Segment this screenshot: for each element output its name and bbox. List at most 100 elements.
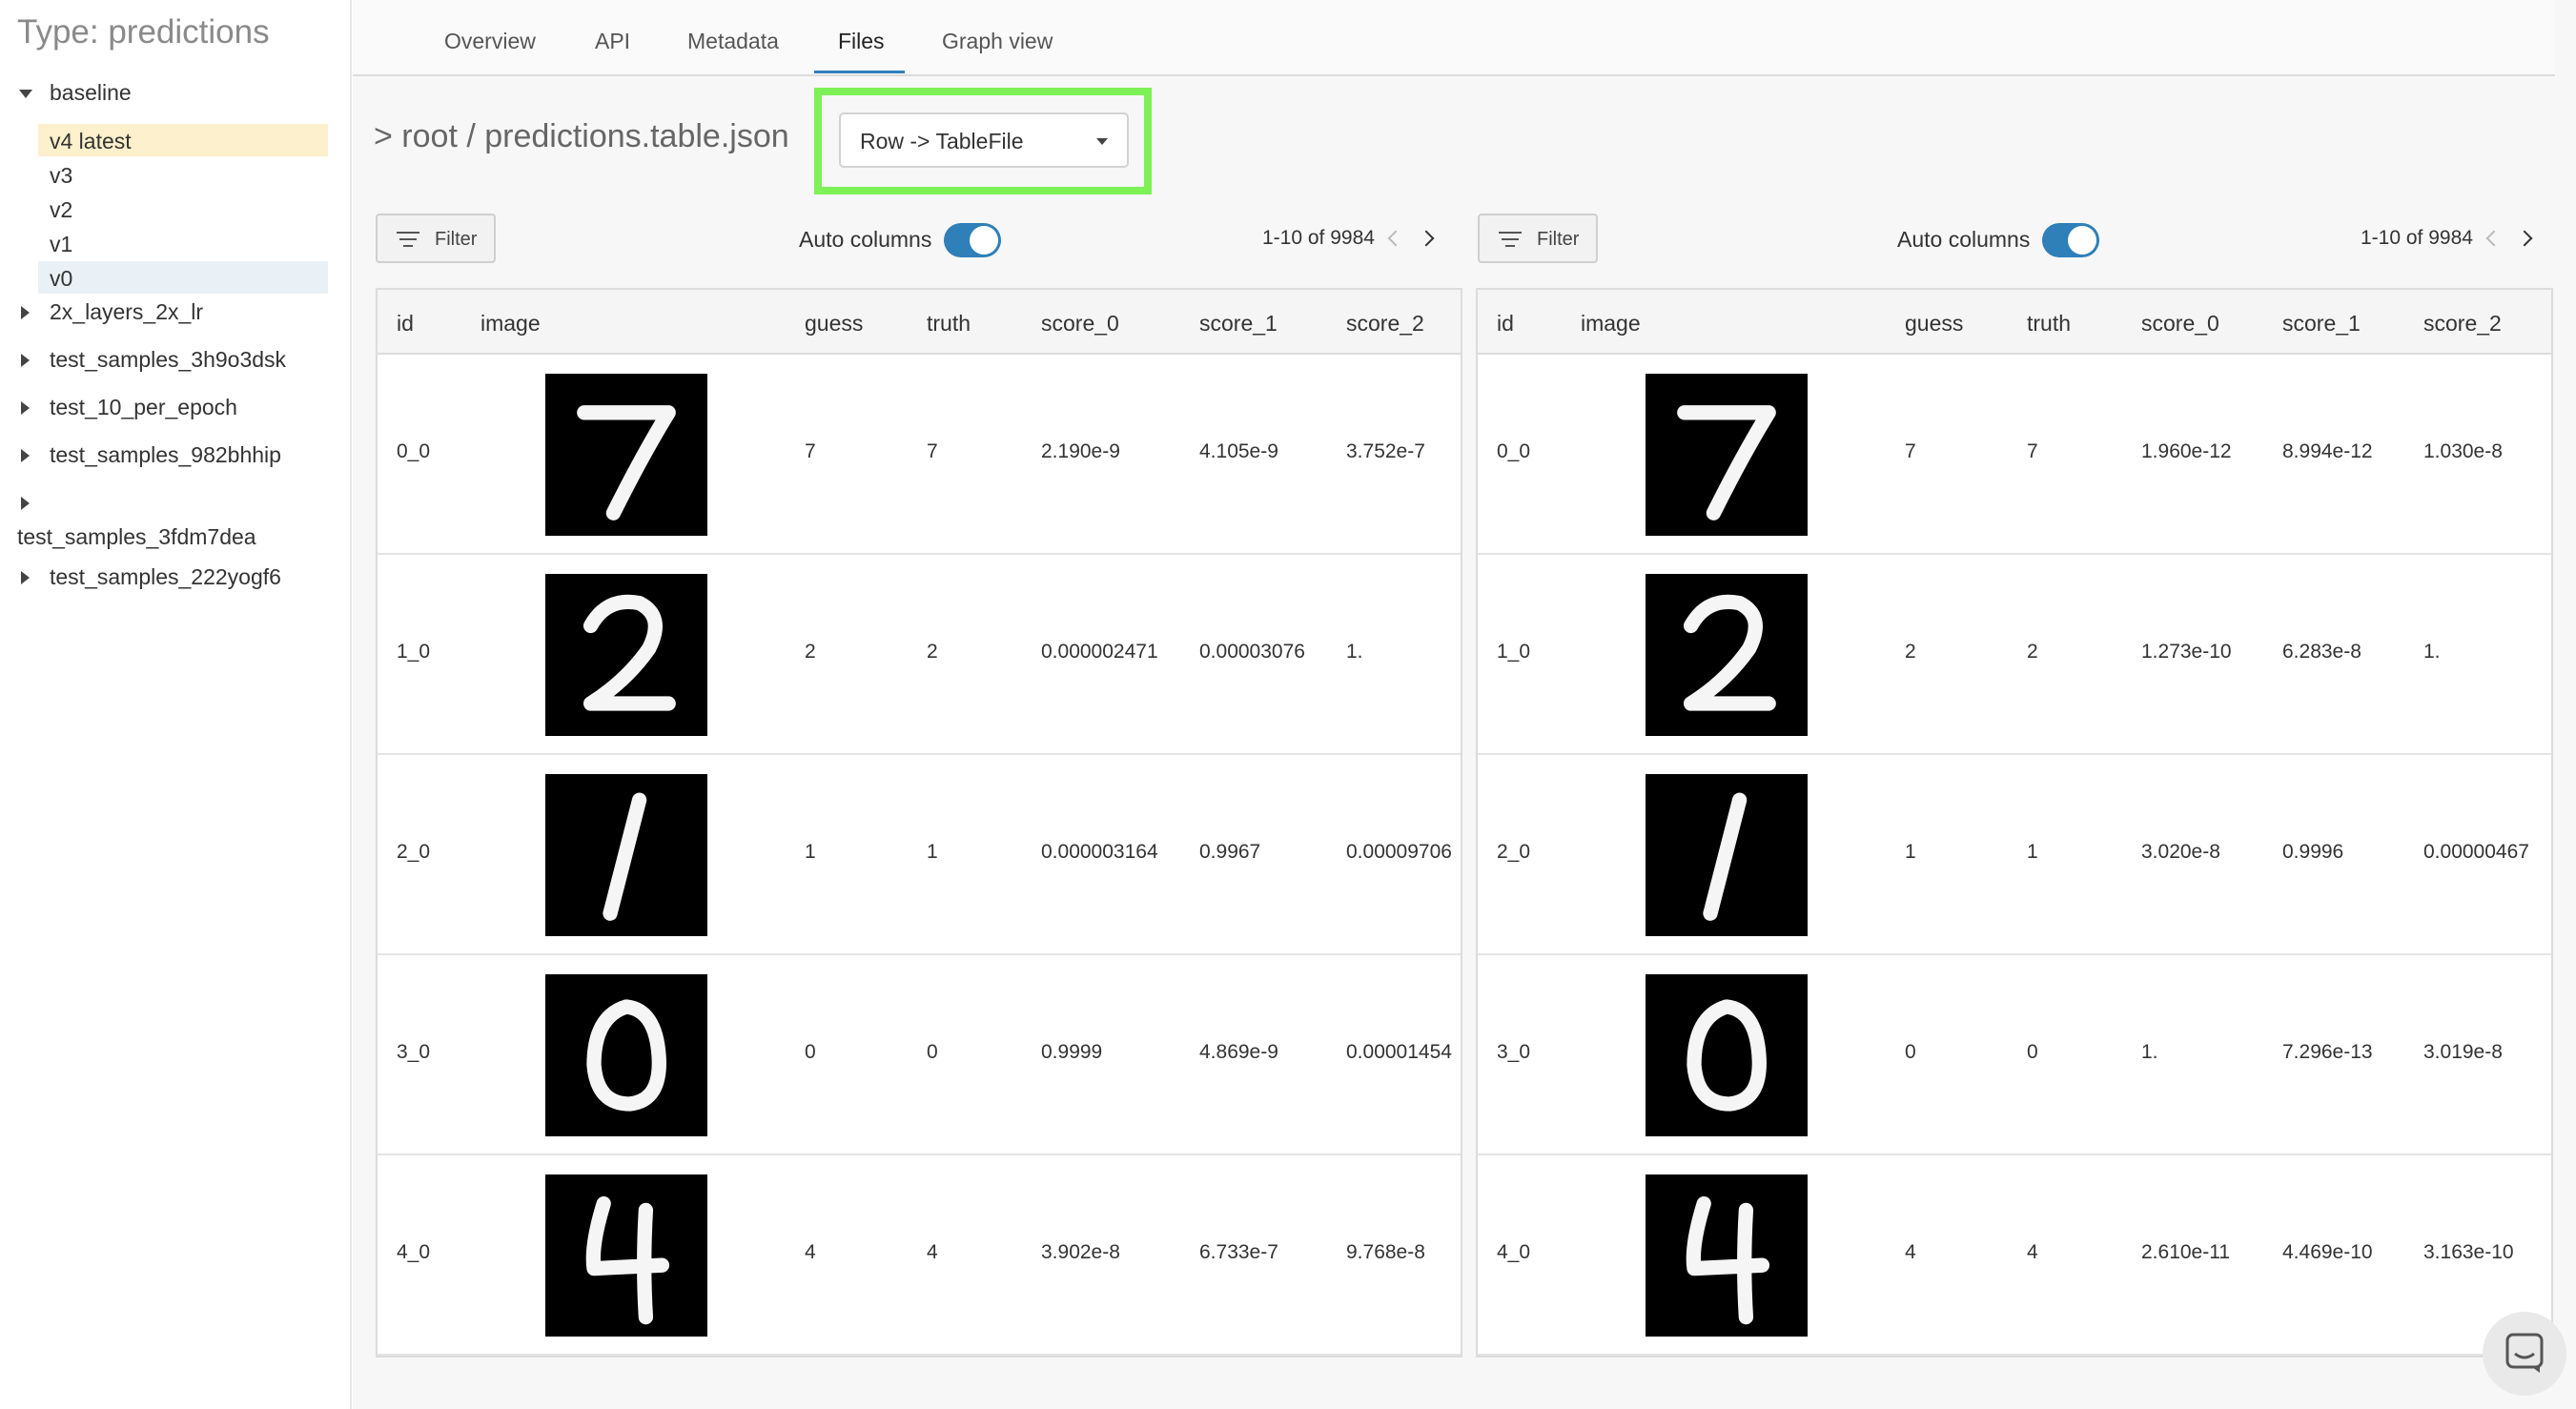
sidebar-group-baseline[interactable]: baseline <box>0 76 343 111</box>
cell-score-1: 4.869e-9 <box>1199 1041 1278 1063</box>
cell-truth: 0 <box>927 1041 938 1063</box>
sidebar-version-v1[interactable]: v1 <box>38 227 328 259</box>
sidebar-version-label: v4 latest <box>50 129 132 153</box>
column-header-score-1[interactable]: score_1 <box>1199 311 1278 337</box>
column-header-image[interactable]: image <box>480 311 541 337</box>
active-tab-indicator <box>814 71 905 73</box>
auto-columns-toggle[interactable] <box>944 223 1001 257</box>
column-header-score-0[interactable]: score_0 <box>2141 311 2219 337</box>
right-panel-controls: Filter Auto columns 1-10 of 9984 <box>1478 214 2545 265</box>
table-row[interactable]: 1_0 2 2 0.000002471 0.00003076 1. <box>378 555 1461 755</box>
cell-score-1: 6.283e-8 <box>2282 641 2361 663</box>
sidebar-version-v2[interactable]: v2 <box>38 193 328 225</box>
cell-id: 0_0 <box>1497 440 1531 462</box>
tab-api[interactable]: API <box>595 29 630 54</box>
sidebar-version-v3[interactable]: v3 <box>38 158 328 191</box>
chat-support-button[interactable] <box>2483 1312 2566 1396</box>
next-page-icon[interactable] <box>1418 230 1435 247</box>
sidebar-group-2x-layers[interactable]: 2x_layers_2x_lr <box>0 296 343 330</box>
cell-guess: 7 <box>1905 440 1916 462</box>
cell-guess: 0 <box>805 1041 816 1063</box>
tab-metadata[interactable]: Metadata <box>687 29 779 54</box>
sidebar-version-v0[interactable]: v0 <box>38 261 328 294</box>
sidebar-group-label: test_samples_222yogf6 <box>50 564 281 589</box>
table-row[interactable]: 1_0 2 2 1.273e-10 6.283e-8 1. <box>1478 555 2551 755</box>
cell-guess: 1 <box>1905 841 1916 863</box>
table-row[interactable]: 0_0 7 7 1.960e-12 8.994e-12 1.030e-8 <box>1478 355 2551 555</box>
caret-right-icon <box>21 571 30 584</box>
cell-score-1: 0.9996 <box>2282 841 2344 863</box>
sidebar-group-222yogf6[interactable]: test_samples_222yogf6 <box>0 561 343 595</box>
pager-text: 1-10 of 9984 <box>2361 227 2473 249</box>
sidebar-group-test-10[interactable]: test_10_per_epoch <box>0 391 343 425</box>
cell-score-2: 0.00000467 <box>2423 841 2529 863</box>
column-header-guess[interactable]: guess <box>805 311 863 337</box>
column-header-truth[interactable]: truth <box>2027 311 2071 337</box>
auto-columns-label: Auto columns <box>799 227 932 252</box>
table-row[interactable]: 2_0 1 1 3.020e-8 0.9996 0.00000467 <box>1478 755 2551 955</box>
table-row[interactable]: 3_0 0 0 1. 7.296e-13 3.019e-8 <box>1478 955 2551 1155</box>
table-row[interactable]: 3_0 0 0 0.9999 4.869e-9 0.00001454 <box>378 955 1461 1155</box>
cell-score-1: 8.994e-12 <box>2282 440 2373 462</box>
sidebar-version-label: v1 <box>50 232 73 256</box>
next-page-icon[interactable] <box>2516 230 2533 247</box>
sidebar-group-3fdm7dea[interactable]: test_samples_3fdm7dea <box>0 486 343 553</box>
table-row[interactable]: 4_0 4 4 2.610e-11 4.469e-10 3.163e-10 <box>1478 1155 2551 1356</box>
filter-button[interactable]: Filter <box>1478 214 1598 263</box>
cell-score-0: 3.020e-8 <box>2141 841 2220 863</box>
column-header-score-2[interactable]: score_2 <box>2423 311 2502 337</box>
auto-columns-toggle[interactable] <box>2042 223 2099 257</box>
cell-truth: 7 <box>927 440 938 462</box>
tab-overview[interactable]: Overview <box>444 29 536 54</box>
digit-image[interactable] <box>545 574 707 736</box>
digit-image[interactable] <box>545 974 707 1136</box>
cell-id: 3_0 <box>397 1041 431 1063</box>
column-header-id[interactable]: id <box>1497 311 1514 337</box>
caret-right-icon <box>21 449 30 462</box>
digit-image[interactable] <box>545 374 707 536</box>
tab-files[interactable]: Files <box>838 29 885 54</box>
filter-label: Filter <box>435 229 478 250</box>
sidebar-version-v4[interactable]: v4 latest <box>38 124 328 156</box>
row-type-select[interactable]: Row -> TableFile <box>839 112 1129 168</box>
column-header-score-1[interactable]: score_1 <box>2282 311 2361 337</box>
prev-page-icon[interactable] <box>1387 230 1404 247</box>
cell-id: 3_0 <box>1497 1041 1531 1063</box>
cell-truth: 0 <box>2027 1041 2038 1063</box>
digit-image[interactable] <box>545 1174 707 1337</box>
digit-image[interactable] <box>1646 974 1808 1136</box>
cell-guess: 7 <box>805 440 816 462</box>
column-header-score-0[interactable]: score_0 <box>1041 311 1119 337</box>
cell-score-1: 4.469e-10 <box>2282 1241 2373 1263</box>
filter-button[interactable]: Filter <box>376 214 496 263</box>
column-header-id[interactable]: id <box>397 311 414 337</box>
cell-truth: 1 <box>2027 841 2038 863</box>
cell-score-0: 2.610e-11 <box>2141 1241 2231 1263</box>
sidebar-group-982bhhip[interactable]: test_samples_982bhhip <box>0 439 343 473</box>
cell-truth: 4 <box>927 1241 938 1263</box>
tab-graph-view[interactable]: Graph view <box>942 29 1053 54</box>
prev-page-icon[interactable] <box>2485 230 2503 247</box>
column-header-guess[interactable]: guess <box>1905 311 1963 337</box>
sidebar-version-label: v2 <box>50 197 73 222</box>
column-header-image[interactable]: image <box>1581 311 1641 337</box>
table-row[interactable]: 4_0 4 4 3.902e-8 6.733e-7 9.768e-8 <box>378 1155 1461 1356</box>
sidebar-group-label: test_samples_3fdm7dea <box>17 524 256 549</box>
digit-image[interactable] <box>1646 774 1808 936</box>
cell-score-2: 1. <box>2423 641 2441 663</box>
column-header-score-2[interactable]: score_2 <box>1346 311 1424 337</box>
table-row[interactable]: 2_0 1 1 0.000003164 0.9967 0.00009706 <box>378 755 1461 955</box>
file-path-title: > root / predictions.table.json <box>374 118 789 154</box>
column-header-truth[interactable]: truth <box>927 311 971 337</box>
left-predictions-table: id image guess truth score_0 score_1 sco… <box>376 288 1462 1358</box>
cell-score-2: 1.030e-8 <box>2423 440 2503 462</box>
cell-score-1: 0.00003076 <box>1199 641 1305 663</box>
digit-image[interactable] <box>1646 374 1808 536</box>
table-row[interactable]: 0_0 7 7 2.190e-9 4.105e-9 3.752e-7 <box>378 355 1461 555</box>
digit-image[interactable] <box>1646 574 1808 736</box>
cell-score-2: 0.00009706 <box>1346 841 1452 863</box>
digit-image[interactable] <box>1646 1174 1808 1337</box>
cell-score-0: 0.9999 <box>1041 1041 1103 1063</box>
sidebar-group-3h9o3dsk[interactable]: test_samples_3h9o3dsk <box>0 343 343 378</box>
digit-image[interactable] <box>545 774 707 936</box>
